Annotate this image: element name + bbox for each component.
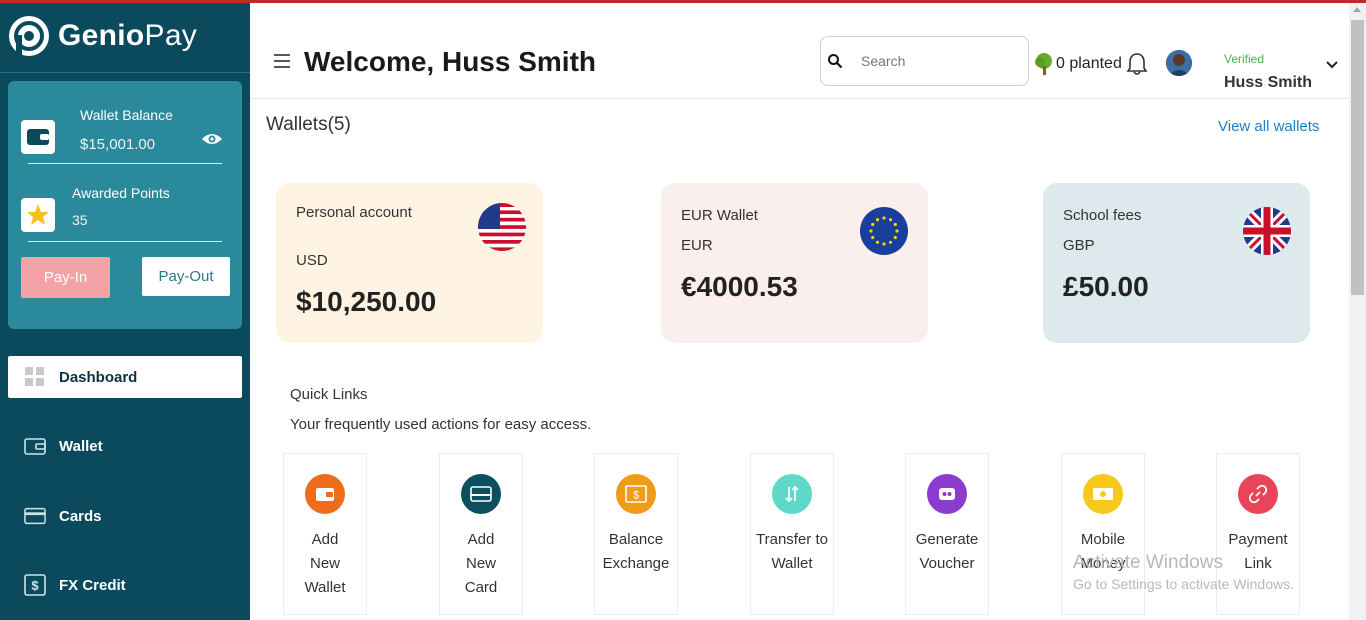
planted-counter[interactable]: 0 planted [1032,52,1122,76]
quick-link-label: Add New Wallet [304,531,346,596]
pay-in-button[interactable]: Pay-In [21,257,110,298]
wallet-summary-card: Wallet Balance $15,001.00 Awarded Points… [8,81,242,329]
wallet-card-usd[interactable]: Personal account USD $10,250.00 [276,183,543,343]
logo[interactable]: GenioPay [8,15,197,57]
view-all-wallets-link[interactable]: View all wallets [1218,118,1319,135]
sidebar-item-label: FX Credit [59,576,126,594]
divider [0,72,250,73]
scroll-up-icon[interactable] [1353,7,1361,12]
voucher-icon [927,474,967,514]
svg-text:$: $ [31,578,39,593]
watermark-subtitle: Go to Settings to activate Windows. [1073,576,1294,592]
wallet-name: Personal account [296,204,412,221]
wallet-icon [305,474,345,514]
sidebar-item-label: Cards [59,507,102,525]
uk-flag-icon [1243,207,1291,255]
scrollbar-thumb[interactable] [1351,20,1364,295]
page-title: Welcome, Huss Smith [304,46,597,77]
wallet-name: School fees [1063,207,1142,224]
quick-link-add-new-wallet[interactable]: Add New Wallet [283,453,367,615]
wallet-icon [21,120,55,154]
user-name: Huss Smith [1224,74,1313,91]
quick-link-add-new-card[interactable]: Add New Card [439,453,523,615]
wallet-currency: EUR [681,237,713,254]
verified-badge: Verified [1224,52,1265,66]
wallet-balance-value: $15,001.00 [80,136,156,153]
chevron-down-icon[interactable] [1325,58,1339,72]
wallet-card-eur[interactable]: EUR Wallet EUR €4000.53 [661,183,928,343]
avatar[interactable] [1166,50,1192,76]
brand-bold: Genio [58,19,145,52]
sidebar: GenioPay Wallet Balance $15,001.00 Award… [0,3,250,620]
sidebar-item-cards[interactable]: Cards [8,495,242,537]
svg-text:$: $ [633,490,639,502]
star-icon [21,198,55,232]
card-icon [461,474,501,514]
quick-link-balance-exchange[interactable]: $ Balance Exchange [594,453,678,615]
eye-icon[interactable] [201,132,223,146]
windows-activation-watermark: Activate Windows Go to Settings to activ… [1073,552,1294,592]
search-input[interactable] [859,52,1013,70]
eu-flag-icon [860,207,908,255]
quick-link-transfer-to-wallet[interactable]: Transfer to Wallet [750,453,834,615]
wallet-balance: €4000.53 [681,271,798,302]
link-icon [1238,474,1278,514]
watermark-title: Activate Windows [1073,552,1223,573]
planted-text: 0 planted [1056,55,1122,72]
menu-icon[interactable] [274,54,290,68]
sidebar-item-label: Dashboard [59,368,138,386]
search-box[interactable] [820,36,1029,86]
wallet-balance: £50.00 [1063,271,1149,302]
sidebar-item-dashboard[interactable]: Dashboard [8,356,242,398]
card-icon [24,505,46,527]
awarded-points-label: Awarded Points [72,185,170,201]
top-header: Welcome, Huss Smith 0 planted Verified H… [250,3,1350,99]
quick-link-label: Generate Voucher [915,531,979,572]
quick-link-generate-voucher[interactable]: Generate Voucher [905,453,989,615]
quick-links-subtitle: Your frequently used actions for easy ac… [290,416,592,433]
geniopay-logo-icon [9,16,49,56]
dollar-icon: $ [24,574,46,596]
bell-icon[interactable] [1126,52,1148,76]
divider [28,163,222,164]
brand-name: GenioPay [58,19,197,53]
sidebar-item-wallet[interactable]: Wallet [8,425,242,467]
page-scrollbar[interactable] [1349,3,1366,620]
pay-out-button[interactable]: Pay-Out [142,257,230,296]
wallet-currency: GBP [1063,237,1095,254]
money-icon [1083,474,1123,514]
divider [28,241,222,242]
transfer-icon [772,474,812,514]
quick-link-label: Transfer to Wallet [756,531,828,572]
wallets-heading: Wallets(5) [266,114,351,135]
search-icon [828,54,843,69]
wallet-card-gbp[interactable]: School fees GBP £50.00 [1043,183,1310,343]
wallet-name: EUR Wallet [681,207,758,224]
sidebar-item-label: Wallet [59,437,103,455]
wallet-balance: $10,250.00 [296,286,437,317]
tree-icon [1035,53,1052,75]
wallet-currency: USD [296,252,328,269]
quick-link-label: Balance Exchange [602,531,670,572]
exchange-icon: $ [616,474,656,514]
sidebar-item-fx-credit[interactable]: $ FX Credit [8,564,242,606]
brand-light: Pay [144,19,198,52]
us-flag-icon [478,203,526,251]
grid-icon [24,366,46,388]
quick-links-title: Quick Links [290,386,368,403]
wallet-icon [24,435,46,457]
wallet-balance-label: Wallet Balance [80,107,173,123]
awarded-points-value: 35 [72,212,88,228]
quick-link-label: Add New Card [464,531,498,596]
